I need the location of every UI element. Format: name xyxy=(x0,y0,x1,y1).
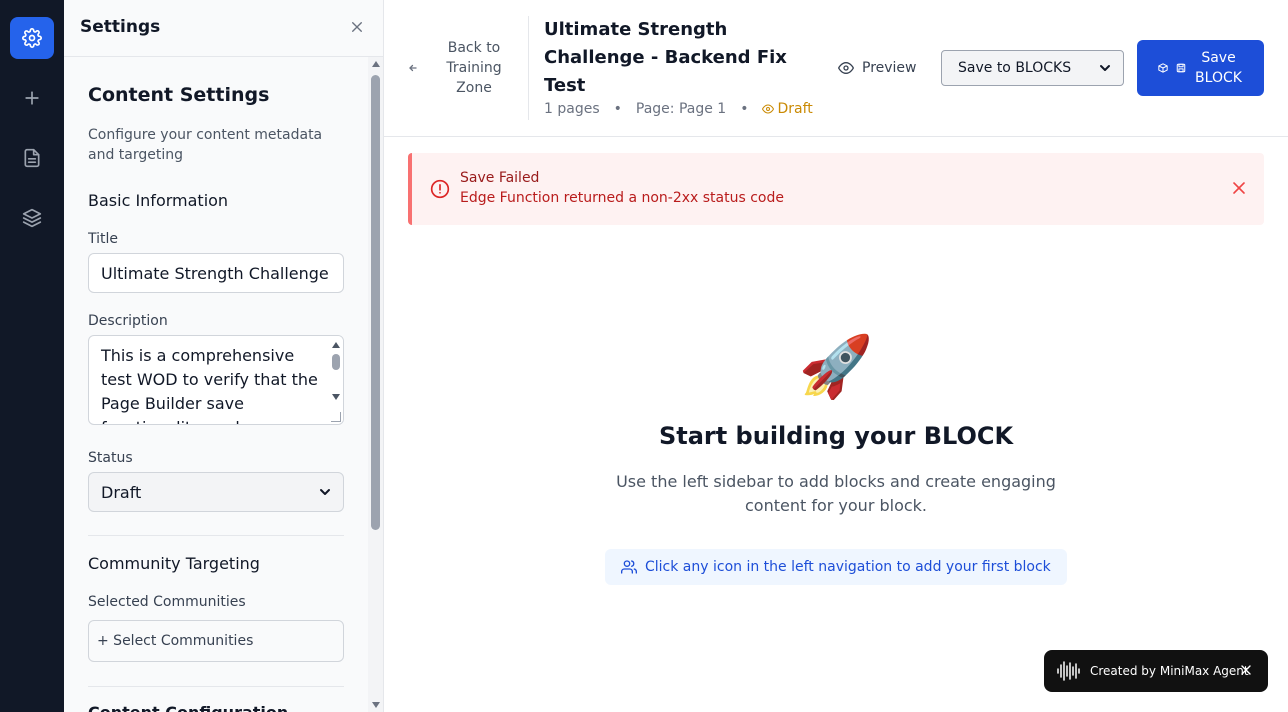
close-icon xyxy=(352,22,362,32)
alert-message: Edge Function returned a non-2xx status … xyxy=(460,190,784,206)
preview-label: Preview xyxy=(862,60,917,76)
document-icon xyxy=(24,148,40,168)
add-first-block-hint: Click any icon in the left navigation to… xyxy=(605,549,1067,585)
current-page: Page: Page 1 xyxy=(635,101,727,117)
description-textarea[interactable]: This is a comprehensive test WOD to veri… xyxy=(88,335,344,425)
scroll-up-icon xyxy=(332,342,340,348)
select-communities-button[interactable]: + Select Communities xyxy=(88,620,344,662)
save-failed-alert: Save Failed Edge Function returned a non… xyxy=(408,153,1264,225)
arrow-left-icon xyxy=(409,64,417,72)
pages-rail-button[interactable] xyxy=(10,137,54,179)
panel-title: Settings xyxy=(80,17,161,37)
settings-rail-button[interactable] xyxy=(10,17,54,59)
chevron-down-icon xyxy=(1100,65,1110,71)
title-input[interactable] xyxy=(88,253,344,293)
description-label: Description xyxy=(88,313,168,329)
status-badge-label: Draft xyxy=(777,101,813,117)
eye-icon xyxy=(762,104,775,114)
waveform-icon xyxy=(1057,661,1080,681)
created-by-badge[interactable]: Created by MiniMax Agent xyxy=(1044,650,1268,692)
scroll-thumb[interactable] xyxy=(332,354,340,370)
page-meta: 1 pages • Page: Page 1 • Draft xyxy=(544,101,813,117)
status-select[interactable]: Draft xyxy=(88,472,344,512)
settings-panel-header: Settings xyxy=(64,0,383,57)
empty-state-title: Start building your BLOCK xyxy=(658,422,1014,450)
section-divider xyxy=(88,686,344,687)
package-icon xyxy=(1157,63,1168,73)
badge-text: Created by MiniMax Agent xyxy=(1090,664,1249,678)
save-target-value: Save to BLOCKS xyxy=(958,60,1072,76)
selected-communities-label: Selected Communities xyxy=(88,594,246,610)
page-title: Ultimate Strength Challenge - Backend Fi… xyxy=(544,19,787,96)
save-icon xyxy=(1176,63,1185,73)
save-target-select[interactable]: Save to BLOCKS xyxy=(941,50,1124,86)
status-select-value: Draft xyxy=(101,482,142,502)
section-divider xyxy=(88,535,344,536)
description-text: This is a comprehensive test WOD to veri… xyxy=(101,346,318,424)
preview-button[interactable]: Preview xyxy=(838,57,917,79)
settings-panel: Settings Content Settings Configure your… xyxy=(64,0,384,712)
content-configuration-heading: Content Configuration xyxy=(88,703,288,712)
add-rail-button[interactable] xyxy=(10,77,54,119)
alert-circle-icon xyxy=(430,179,450,199)
community-targeting-heading: Community Targeting xyxy=(88,554,260,573)
description-scrollbar[interactable] xyxy=(329,336,343,424)
save-block-label: Save BLOCK xyxy=(1195,50,1242,86)
content-settings-heading: Content Settings xyxy=(88,84,270,106)
gear-icon xyxy=(22,28,42,48)
empty-state-subtitle: Use the left sidebar to add blocks and c… xyxy=(616,472,1056,515)
basic-information-heading: Basic Information xyxy=(88,191,229,210)
close-alert-icon[interactable] xyxy=(1232,181,1246,195)
chevron-down-icon xyxy=(320,489,330,495)
content-settings-description: Configure your content metadata and targ… xyxy=(88,127,323,163)
panel-scroll-thumb[interactable] xyxy=(371,75,380,530)
users-icon xyxy=(621,560,637,574)
layers-rail-button[interactable] xyxy=(10,197,54,239)
back-label: Back to Training Zone xyxy=(446,40,502,96)
panel-scrollbar[interactable] xyxy=(368,57,383,712)
eye-icon xyxy=(838,62,854,74)
pages-count: 1 pages xyxy=(544,101,600,117)
close-panel-button[interactable] xyxy=(348,18,366,36)
status-badge: Draft xyxy=(762,101,813,117)
header-divider xyxy=(528,16,529,120)
scroll-down-icon xyxy=(372,702,380,708)
empty-state: 🚀 Start building your BLOCK Use the left… xyxy=(384,330,1288,518)
status-label: Status xyxy=(88,450,133,466)
close-icon[interactable] xyxy=(1240,664,1252,676)
layers-icon xyxy=(22,208,42,228)
back-to-training-zone-button[interactable]: Back to Training Zone xyxy=(408,37,528,99)
scroll-up-icon xyxy=(372,61,380,67)
scroll-down-icon xyxy=(332,394,340,400)
alert-title: Save Failed xyxy=(460,170,540,186)
plus-icon xyxy=(25,91,39,105)
settings-panel-body: Content Settings Configure your content … xyxy=(88,57,344,712)
save-block-button[interactable]: Save BLOCK xyxy=(1137,40,1264,96)
meta-separator: • xyxy=(613,101,622,117)
rocket-icon: 🚀 xyxy=(798,332,874,402)
title-label: Title xyxy=(88,231,119,247)
editor-topbar: Back to Training Zone Ultimate Strength … xyxy=(384,0,1288,137)
meta-separator: • xyxy=(740,101,749,117)
icon-rail xyxy=(0,0,64,712)
resize-grip-icon[interactable] xyxy=(331,412,341,422)
hint-text: Click any icon in the left navigation to… xyxy=(645,559,1051,575)
